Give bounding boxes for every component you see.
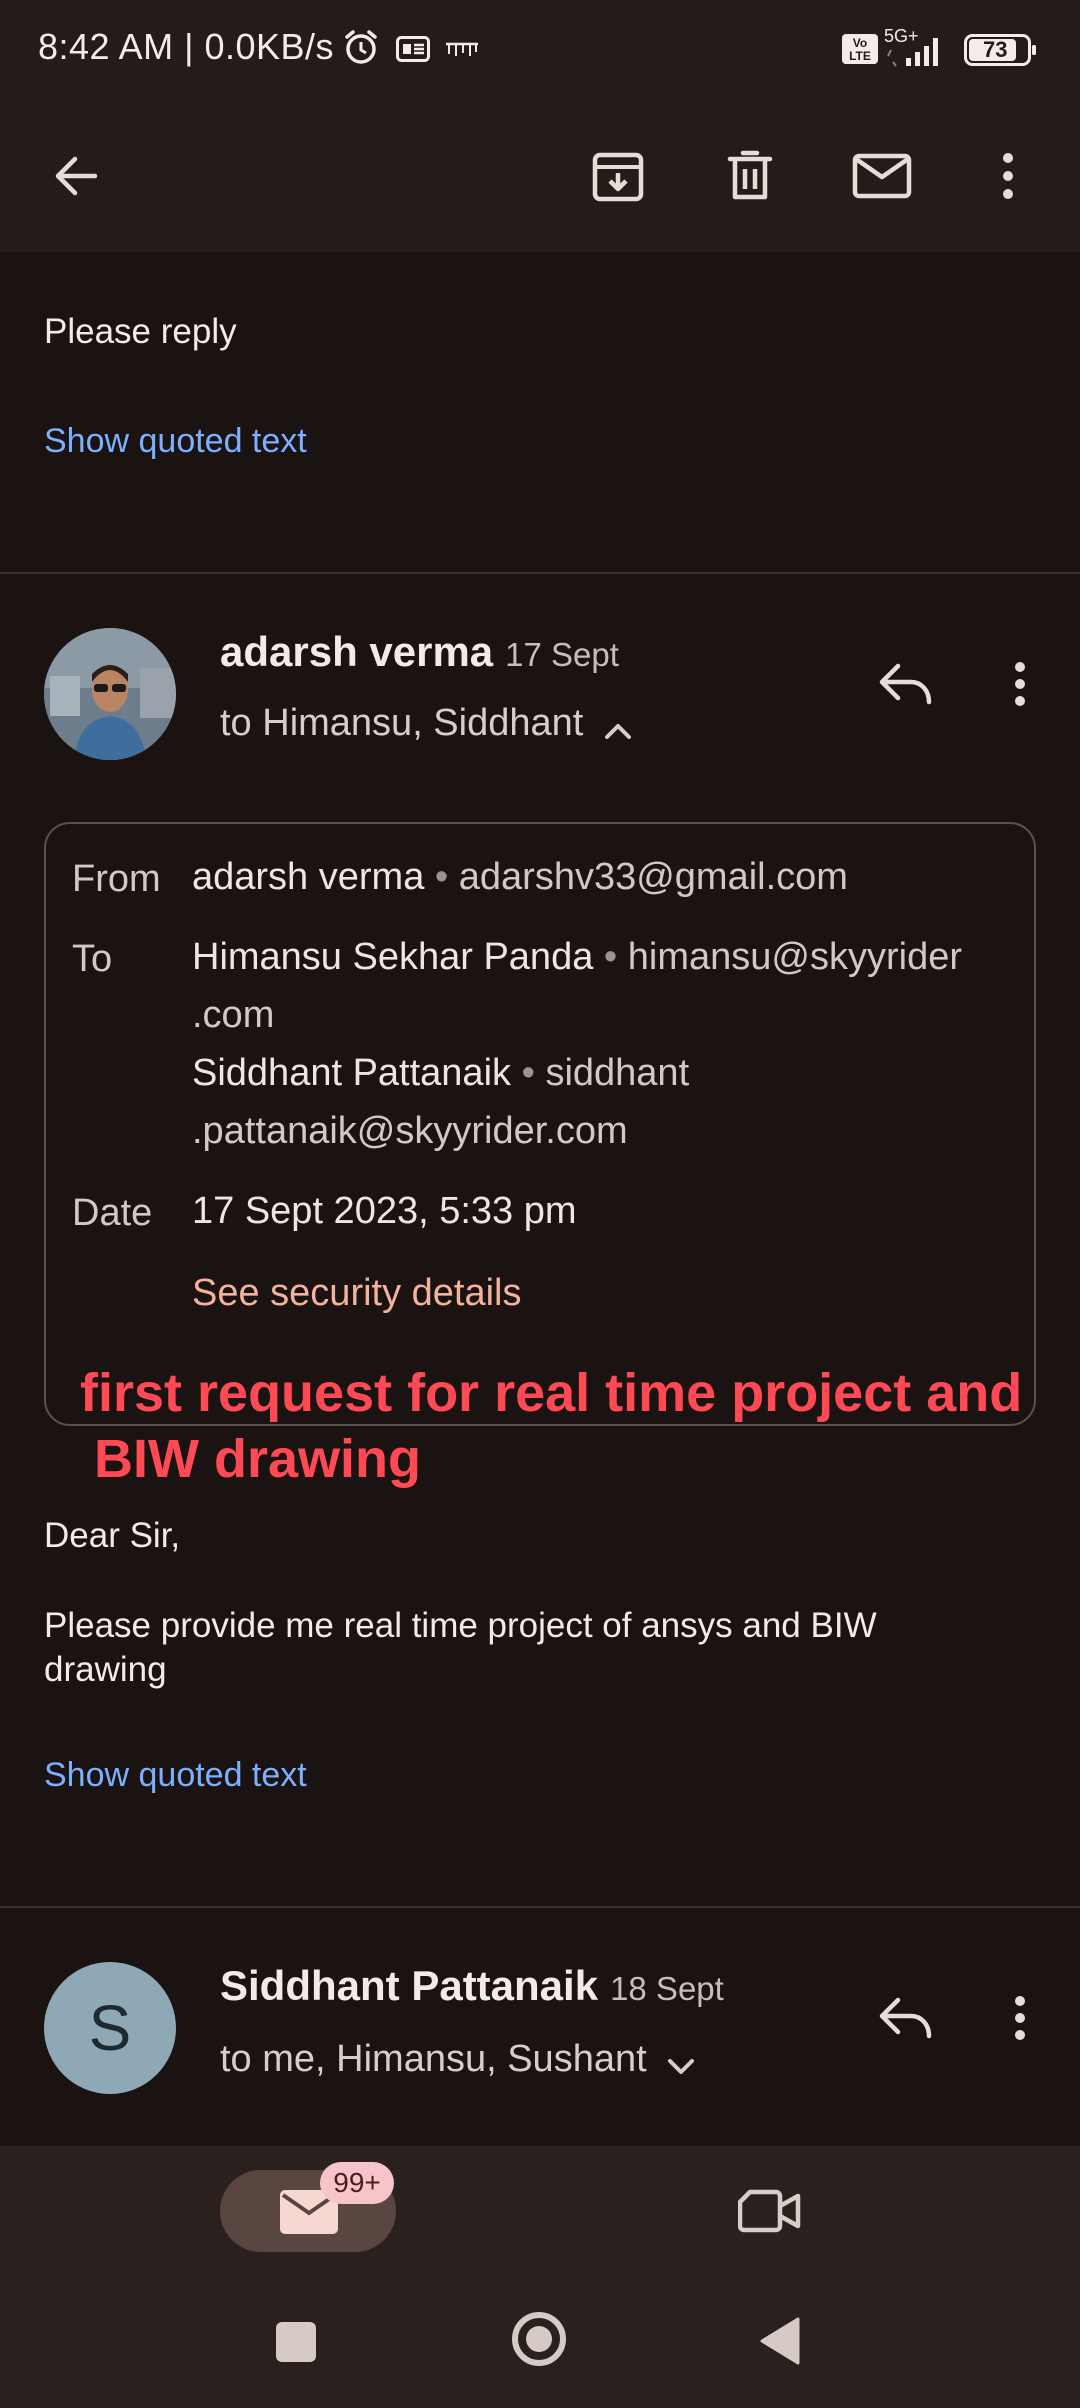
reply-button[interactable] [866,1978,946,2058]
sender-line: Siddhant Pattanaik 18 Sept [220,1962,724,2010]
message-date: 18 Sept [610,1970,724,2007]
more-vert-icon [1015,662,1025,706]
message-divider [0,572,1080,574]
avatar-photo [44,628,176,760]
volte-icon: Vo LTE [842,34,878,69]
avatar-letter: S [88,1992,132,2064]
message-greeting: Dear Sir, [44,1516,181,1555]
sender-line: adarsh verma 17 Sept [220,628,619,676]
reply-button[interactable] [866,644,946,724]
from-label: From [72,858,161,900]
from-name: adarsh verma [192,856,425,898]
chevron-down-icon [668,2058,695,2074]
recipients-toggle[interactable]: to me, Himansu, Sushant [220,2038,695,2081]
delete-button[interactable] [708,134,792,218]
alarm-icon [342,28,380,71]
message-details-panel: From adarsh verma • adarshv33@gmail.com … [44,822,1036,1426]
recents-square-icon[interactable] [276,2322,316,2362]
date-value: 17 Sept 2023, 5:33 pm [192,1190,577,1232]
sender-name: Siddhant Pattanaik [220,1962,599,2009]
system-navigation-bar [0,2278,1080,2408]
more-options-button[interactable] [966,134,1050,218]
more-vert-icon [1015,1996,1025,2040]
message-body: Please reply [44,312,237,351]
show-quoted-text-link[interactable]: Show quoted text [44,422,307,461]
nav-meet-tab[interactable] [737,2186,802,2241]
message-more-button[interactable] [980,644,1060,724]
battery-icon: 73 [964,34,1038,71]
message-body: Please provide me real time project of a… [44,1604,877,1692]
annotation-overlay: first request for real time project and … [80,1360,1040,1492]
email-toolbar [0,100,1080,252]
from-value: adarsh verma • adarshv33@gmail.com [192,856,848,898]
annotation-line-2: BIW drawing [94,1429,421,1489]
delete-icon [727,150,773,200]
message-divider [0,1906,1080,1908]
to-2-email-cont: .pattanaik@skyyrider.com [192,1110,628,1152]
signal-icon: 5G+ [884,26,952,75]
to-2-name: Siddhant Pattanaik [192,1052,512,1094]
network-type: 5G+ [884,26,919,46]
home-circle-icon[interactable] [510,2310,568,2373]
to-recipient-1: Himansu Sekhar Panda • himansu@skyyrider… [192,936,963,1036]
annotation-line-1: first request for real time project and [80,1363,1023,1423]
message-date: 17 Sept [505,636,619,673]
sender-avatar[interactable]: S [44,1962,176,2094]
battery-level: 73 [983,37,1008,62]
message-body-line-2: drawing [44,1650,167,1689]
recipients-toggle[interactable]: to Himansu, Siddhant [220,702,632,745]
date-label: Date [72,1192,153,1234]
to-2-email: siddhant [545,1052,690,1094]
back-arrow-icon [55,156,98,196]
status-time-speed: 8:42 AM | 0.0KB/s [38,26,335,67]
bottom-navigation: 99+ [0,2146,1080,2278]
back-triangle-icon[interactable] [758,2316,800,2371]
sender-name: adarsh verma [220,628,494,675]
unread-count: 99+ [333,2167,381,2198]
svg-text:Vo: Vo [853,36,867,50]
gallery-notification-icon [396,36,430,67]
archive-button[interactable] [576,134,660,218]
to-1-email: himansu@skyyrider [627,936,963,978]
chevron-up-icon [604,723,631,739]
status-bar: 8:42 AM | 0.0KB/s Vo LTE 5G+ 73 [0,0,1080,100]
to-label: To [72,938,113,980]
show-quoted-text-link[interactable]: Show quoted text [44,1756,307,1795]
unread-badge: 99+ [320,2162,394,2204]
more-vert-icon [1003,153,1013,199]
mark-unread-button[interactable] [840,134,924,218]
recipients-summary: to Himansu, Siddhant [220,702,584,744]
recipients-summary: to me, Himansu, Sushant [220,2038,647,2080]
svg-text:LTE: LTE [849,49,871,63]
nav-mail-tab[interactable]: 99+ [220,2162,396,2252]
archive-icon [592,152,644,202]
reply-icon [879,663,932,705]
to-1-email-cont: .com [192,994,275,1036]
jagran-notification-icon [444,38,480,65]
video-camera-icon [737,2189,801,2233]
back-button[interactable] [34,134,118,218]
to-recipient-2: Siddhant Pattanaik • siddhant .pattanaik… [192,1052,690,1152]
see-security-details-link[interactable]: See security details [192,1264,522,1322]
message-body-line-1: Please provide me real time project of a… [44,1606,877,1645]
mark-unread-icon [852,153,912,199]
sender-avatar[interactable] [44,628,176,760]
message-more-button[interactable] [980,1978,1060,2058]
from-email: adarshv33@gmail.com [458,856,848,898]
reply-icon [879,1997,932,2039]
to-1-name: Himansu Sekhar Panda [192,936,594,978]
